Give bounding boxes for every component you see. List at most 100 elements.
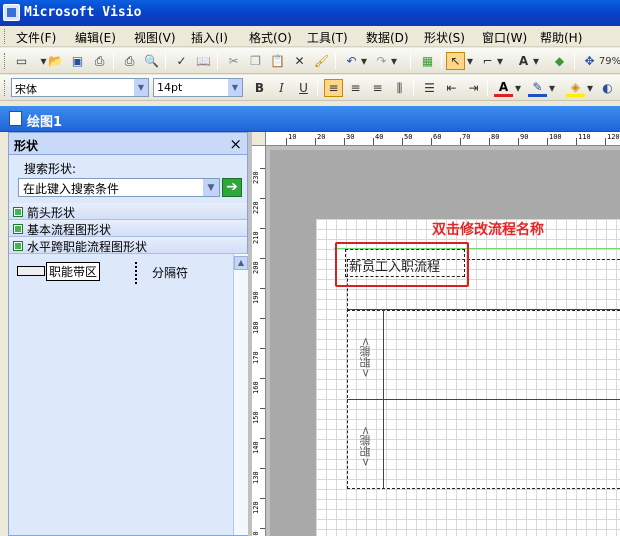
toolbar-separator [413,80,414,96]
delete-icon[interactable]: ✕ [290,52,309,70]
spelling-icon[interactable]: ✓ [172,52,191,70]
font-color-icon[interactable]: A [494,79,513,97]
drawing-window: 10 20 30 40 50 60 70 80 90 100 110 120 230 220 210 200… [248,132,620,536]
horizontal-ruler[interactable]: 10 20 30 40 50 60 70 80 90 100 110 120 [266,132,620,146]
shapes-window-icon[interactable]: ▦ [418,52,437,70]
stencil-scrollbar[interactable]: ▲ [233,254,248,535]
font-color-dropdown-icon[interactable]: ▾ [514,79,522,97]
ruler-tick [460,138,461,145]
stencil-label: 水平跨职能流程图形状 [27,240,148,254]
ruler-tick [260,468,265,469]
stencil-arrows[interactable]: 箭头形状 [9,203,247,220]
vertical-ruler[interactable]: 230 220 210 200 190 180 170 160 150 140 130 120 110 [252,146,266,536]
underline-icon[interactable]: U [294,79,313,97]
search-input[interactable]: 在此键入搜索条件 ▼ [18,178,220,197]
line-color-icon[interactable]: ✎ [528,79,547,97]
align-center-icon[interactable]: ≡ [346,79,365,97]
lane-label-2[interactable]: <职能> [358,426,374,466]
cut-icon[interactable]: ✂ [224,52,243,70]
menu-tools[interactable]: 工具(T) [304,28,351,47]
new-icon[interactable]: ▭ [12,52,31,70]
menu-window[interactable]: 窗口(W) [479,28,530,47]
open-icon[interactable]: 📂 [46,52,65,70]
menu-help[interactable]: 帮助(H) [537,28,585,47]
permission-icon[interactable]: ⎙ [90,52,109,70]
stencil-cross-functional[interactable]: 水平跨职能流程图形状 [9,237,247,254]
decrease-indent-icon[interactable]: ⇤ [442,79,461,97]
shape-separator[interactable]: 分隔符 [9,262,233,284]
connector-tool-icon[interactable]: ⌐ [478,52,497,70]
stencil-label: 基本流程图形状 [27,223,112,237]
ruler-tick [315,138,316,145]
shadow-icon[interactable]: ◐ [598,79,617,97]
save-icon[interactable]: ▣ [68,52,87,70]
redo-dropdown-icon[interactable]: ▾ [390,52,398,70]
copy-icon[interactable]: ❐ [246,52,265,70]
menu-insert[interactable]: 插入(I) [188,28,231,47]
zoom-value[interactable]: 79% [599,52,620,70]
chevron-down-icon[interactable]: ▼ [134,79,148,96]
menu-shape[interactable]: 形状(S) [421,28,468,47]
bold-icon[interactable]: B [250,79,269,97]
undo-dropdown-icon[interactable]: ▾ [360,52,368,70]
document-title: 绘图1 [27,115,63,130]
text-dropdown-icon[interactable]: ▾ [532,52,540,70]
close-icon[interactable]: × [229,135,242,153]
text-tool-icon[interactable]: A [514,52,533,70]
pointer-dropdown-icon[interactable]: ▾ [466,52,474,70]
undo-icon[interactable]: ↶ [342,52,361,70]
italic-icon[interactable]: I [272,79,291,97]
toolbar-grip-icon[interactable] [4,80,7,96]
align-right-icon[interactable]: ≡ [368,79,387,97]
menu-grip-icon[interactable] [4,29,7,44]
ruler-corner [252,132,266,146]
chevron-down-icon[interactable]: ▼ [228,79,242,96]
print-preview-icon[interactable]: 🔍 [142,52,161,70]
line-color-dropdown-icon[interactable]: ▾ [548,79,556,97]
menu-view[interactable]: 视图(V) [131,28,179,47]
redo-icon[interactable]: ↷ [372,52,391,70]
menu-edit[interactable]: 编辑(E) [72,28,119,47]
ruler-tick [260,318,265,319]
ruler-tick [260,378,265,379]
connector-dropdown-icon[interactable]: ▾ [496,52,504,70]
document-title-bar: 绘图1 [0,106,620,132]
chevron-down-icon[interactable]: ▼ [203,179,219,196]
paste-icon[interactable]: 📋 [268,52,287,70]
menu-data[interactable]: 数据(D) [363,28,412,47]
bullets-icon[interactable]: ☰ [420,79,439,97]
ruler-label: 230 [252,171,260,184]
ruler-label: 140 [252,441,260,454]
scroll-up-icon[interactable]: ▲ [234,256,248,270]
fill-color-dropdown-icon[interactable]: ▾ [586,79,594,97]
toolbar-grip-icon[interactable] [4,53,7,69]
align-left-icon[interactable]: ≡ [324,79,343,97]
ruler-label: 10 [288,133,297,141]
format-toolbar: 宋体 ▼ 14pt ▼ B I U ≡ ≡ ≡ ⫼ ☰ ⇤ ⇥ A ▾ ✎ ▾ … [0,75,620,101]
toolbar-separator [441,53,442,69]
ruler-tick [605,138,606,145]
menu-file[interactable]: 文件(F) [13,28,59,47]
menu-format[interactable]: 格式(O) [246,28,295,47]
font-select[interactable]: 宋体 ▼ [11,78,149,97]
increase-indent-icon[interactable]: ⇥ [464,79,483,97]
ruler-tick [489,138,490,145]
distribute-icon[interactable]: ⫼ [390,79,409,97]
font-size-select[interactable]: 14pt ▼ [153,78,243,97]
stencil-basic-flowchart[interactable]: 基本流程图形状 [9,220,247,237]
ruler-tick [431,138,432,145]
format-painter-icon[interactable]: 🖌 [312,52,331,70]
fill-color-icon[interactable]: ◈ [566,79,585,97]
lane-divider [347,399,384,400]
shapes-pane: 形状 × 搜索形状: 在此键入搜索条件 ▼ ➔ 箭头形状 基本流程图形状 水平跨… [8,132,248,536]
visio-app-icon [3,4,20,21]
search-go-button[interactable]: ➔ [222,178,242,197]
pan-zoom-icon[interactable]: ✥ [580,52,599,70]
research-icon[interactable]: 📖 [194,52,213,70]
print-icon[interactable]: ⎙ [120,52,139,70]
ruler-label: 90 [520,133,529,141]
lane-label-1[interactable]: <职能> [358,337,374,377]
shape-tool-icon[interactable]: ◆ [550,52,569,70]
ruler-tick [373,138,374,145]
pointer-tool-icon[interactable]: ↖ [446,52,465,70]
